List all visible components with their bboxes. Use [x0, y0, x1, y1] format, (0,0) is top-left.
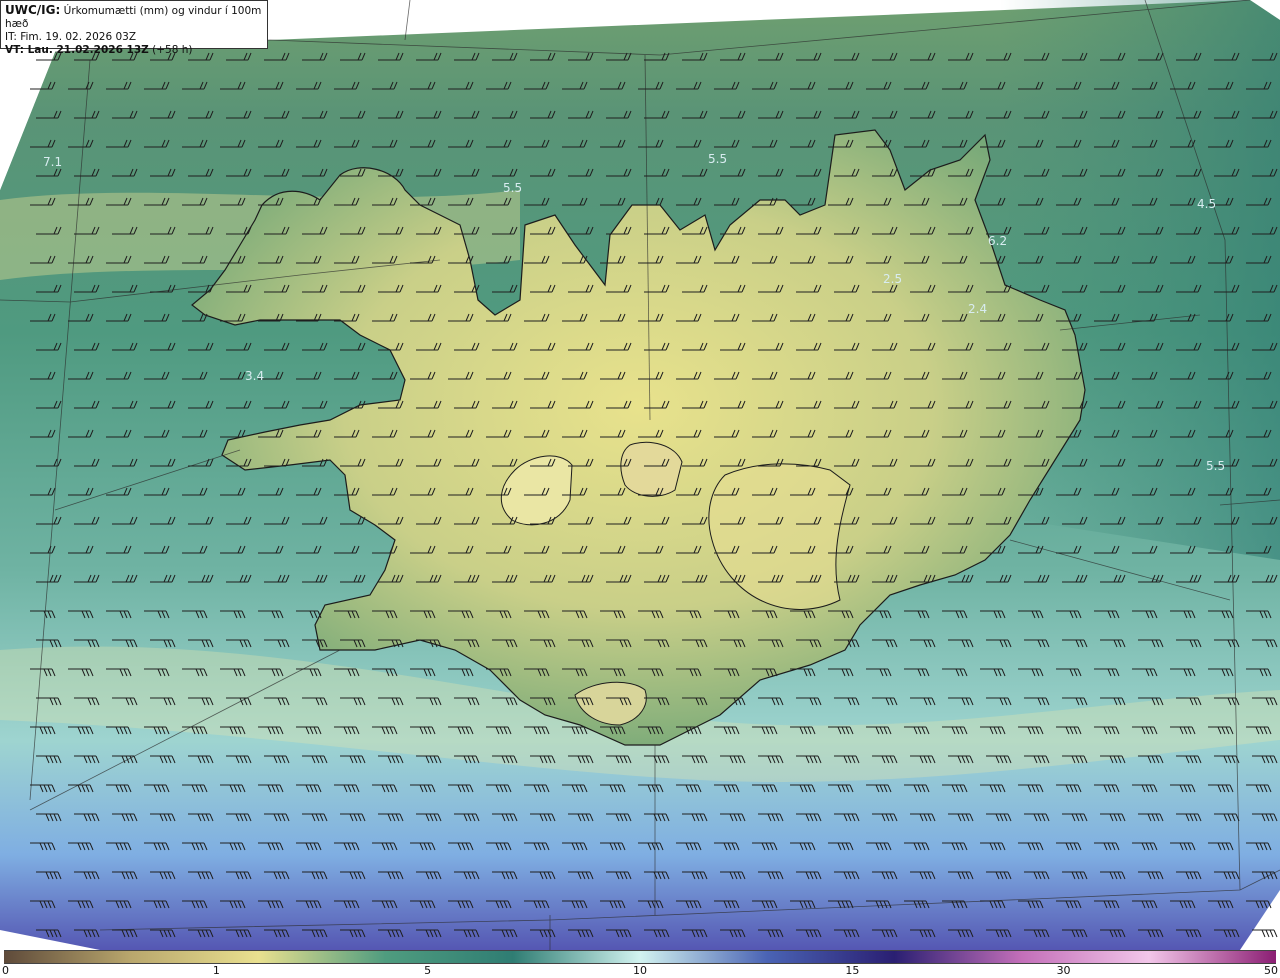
lead-time: (+58 h)	[152, 44, 193, 56]
colorbar-tick-label: 10	[633, 964, 647, 977]
colorbar: 0 1 5 10 15 30 50	[0, 950, 1280, 978]
colorbar-tick-label: 30	[1056, 964, 1071, 977]
valid-time: VT: Lau. 21.02.2026 13Z	[5, 44, 149, 56]
weather-map: 7.1 5.5 5.5 4.5 6.2 2.5 2.4 3.4 5.5	[0, 0, 1280, 950]
map-info-box: UWC/IG: Úrkomumætti (mm) og vindur í 100…	[0, 0, 268, 56]
map-value-ne-interior: 2.5	[883, 272, 902, 286]
colorbar-strip	[4, 950, 1276, 964]
colorbar-tick-label: 5	[424, 964, 432, 977]
map-value-north-east-sea: 4.5	[1197, 197, 1216, 211]
map-value-nw-sea: 7.1	[43, 155, 62, 169]
map-value-north-west: 5.5	[503, 181, 522, 195]
glacier-hofsjokull	[620, 441, 683, 497]
colorbar-tick-label: 1	[212, 964, 220, 977]
init-time: IT: Fim. 19. 02. 2026 03Z	[5, 31, 137, 43]
map-value-east-sea: 5.5	[1206, 459, 1225, 473]
colorbar-tick-label: 50	[1264, 964, 1278, 977]
map-value-east-interior: 2.4	[968, 302, 987, 316]
map-value-west-fjords-south: 3.4	[245, 369, 264, 383]
colorbar-tick-label: 15	[845, 964, 860, 977]
map-value-east-coast: 6.2	[988, 234, 1007, 248]
map-value-north-central: 5.5	[708, 152, 727, 166]
colorbar-tick-label: 0	[2, 964, 9, 977]
product-code: UWC/IG:	[5, 3, 61, 17]
